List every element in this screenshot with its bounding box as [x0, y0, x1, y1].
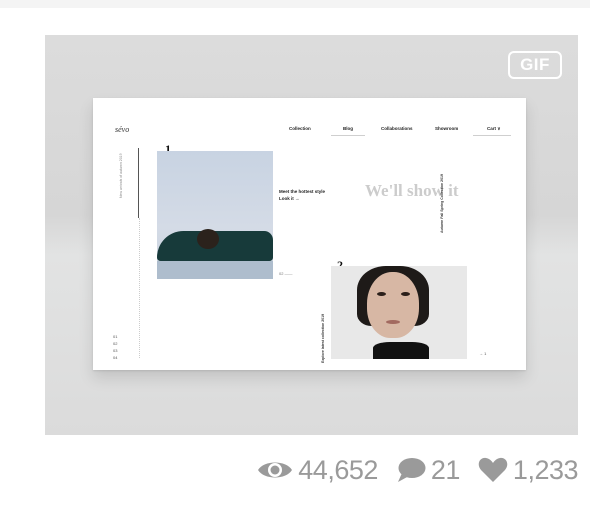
- speech-bubble-icon: [396, 457, 426, 483]
- photo-eye: [401, 292, 410, 296]
- heart-icon: [478, 457, 508, 483]
- mock-side-text: New arrivals of autumn 2019: [119, 153, 123, 198]
- mock-side-marker: 03: [113, 348, 118, 353]
- mock-logo: sévo: [115, 125, 130, 134]
- likes-stat[interactable]: 1,233: [478, 454, 579, 486]
- photo-eye: [377, 292, 386, 296]
- gif-badge: GIF: [508, 51, 562, 79]
- mock-photo-reclining-model: [157, 151, 273, 279]
- mock-photo-portrait: [331, 266, 467, 359]
- mock-nav-showroom: Showroom: [435, 126, 459, 131]
- comments-count: 21: [430, 454, 461, 485]
- likes-count: 1,233: [512, 454, 579, 485]
- website-mockup: sévo Collection Blog Collaborations Show…: [93, 98, 526, 370]
- views-count: 44,652: [298, 454, 378, 485]
- mock-dash: 02 ——: [279, 271, 293, 276]
- mock-side-dotted-line: [139, 218, 140, 358]
- mock-nav-cart: Cart ∨: [487, 126, 501, 131]
- mock-side-markers: 01 02 03 04: [113, 333, 117, 361]
- mock-page-indicator: → 1: [479, 351, 487, 356]
- photo-table: [157, 261, 273, 279]
- shot-card: GIF sévo Collection Blog Collaborations …: [0, 8, 590, 511]
- mock-nav-active-underline: [331, 135, 365, 136]
- mock-vertical-caption-bottom: Explore latest collection 2019: [321, 313, 325, 363]
- eye-icon: [257, 458, 293, 482]
- comments-stat[interactable]: 21: [396, 455, 460, 486]
- mock-side-line: [138, 148, 139, 218]
- photo-face: [367, 272, 419, 338]
- mock-caption-title: Meet the hottest style: [279, 189, 326, 194]
- mock-nav-blog: Blog: [343, 126, 353, 131]
- photo-head: [197, 229, 219, 249]
- mock-side-marker: 04: [113, 355, 118, 360]
- mock-side-marker: 01: [113, 334, 118, 339]
- shot-stats: 44,652 21 1,233: [239, 450, 579, 490]
- photo-lips: [386, 320, 400, 324]
- mock-nav-collection: Collection: [289, 126, 311, 131]
- views-stat: 44,652: [257, 455, 378, 486]
- mock-side-marker: 02: [113, 341, 118, 346]
- mock-caption-link: Look it →: [279, 196, 300, 201]
- mock-headline: We'll show it: [365, 181, 459, 200]
- mock-caption: Meet the hottest style Look it →: [279, 188, 325, 202]
- mock-nav-collaborations: Collaborations: [381, 126, 413, 131]
- mock-vertical-caption-right: Autumn Fall Spring Collection 2019: [440, 174, 444, 233]
- photo-neck: [373, 342, 429, 359]
- mock-nav-cart-underline: [473, 135, 511, 136]
- shot-thumbnail[interactable]: GIF sévo Collection Blog Collaborations …: [45, 35, 578, 435]
